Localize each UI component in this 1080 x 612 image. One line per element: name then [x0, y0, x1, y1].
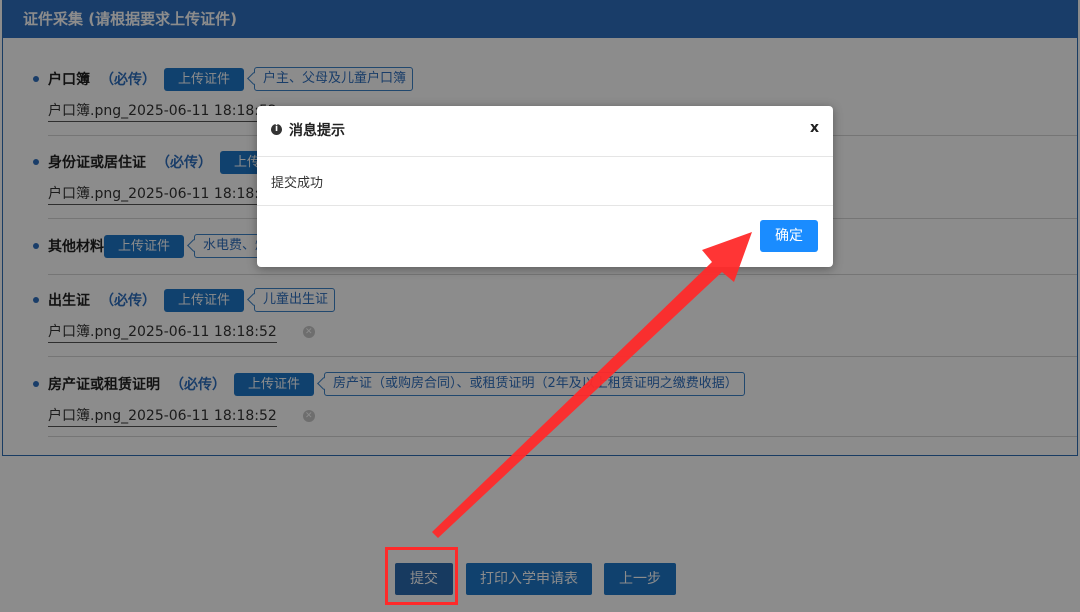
dialog-footer-divider: [257, 205, 833, 206]
confirm-button[interactable]: 确定: [760, 220, 818, 252]
dialog-message: 提交成功: [271, 176, 324, 191]
dialog-title: 消息提示: [289, 123, 345, 139]
info-icon: i: [271, 124, 282, 135]
modal-backdrop: [0, 0, 1080, 612]
dialog-header: i 消息提示 x: [257, 106, 833, 157]
close-button[interactable]: x: [810, 120, 819, 136]
highlight-box: [385, 547, 458, 605]
message-dialog: i 消息提示 x 提交成功 确定: [257, 106, 833, 267]
